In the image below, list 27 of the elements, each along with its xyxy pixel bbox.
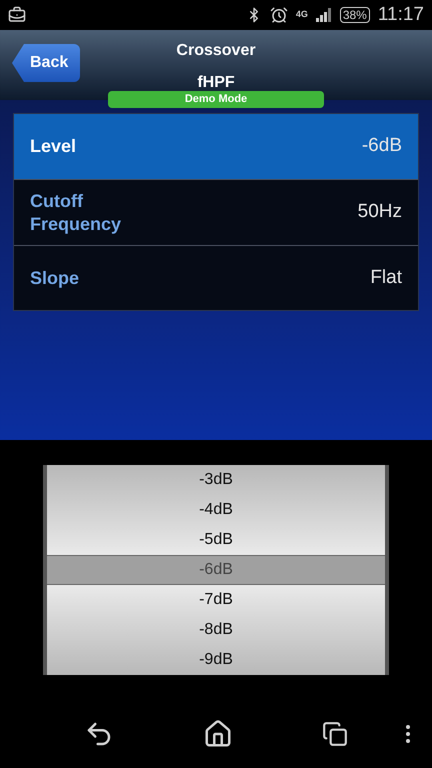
alarm-icon xyxy=(270,6,288,24)
setting-label: Slope xyxy=(30,266,80,290)
setting-value: 50Hz xyxy=(358,200,402,224)
picker-option[interactable]: -7dB xyxy=(47,585,385,615)
setting-label: Level xyxy=(30,135,78,158)
recent-apps-icon[interactable] xyxy=(322,721,348,747)
clock: 11:17 xyxy=(378,2,424,27)
screen-subtitle: fHPF xyxy=(197,73,235,93)
notification-icon xyxy=(8,6,26,24)
picker-option[interactable]: -8dB xyxy=(47,615,385,645)
picker-option[interactable]: -6dB xyxy=(47,555,385,585)
setting-value: -6dB xyxy=(362,134,402,158)
signal-icon xyxy=(316,8,332,22)
screen-title: Crossover xyxy=(176,41,256,61)
demo-mode-badge: Demo Mode xyxy=(108,91,324,108)
value-picker[interactable]: -3dB -4dB -5dB -6dB -7dB -8dB -9dB xyxy=(43,465,389,675)
setting-row[interactable]: Level -6dB xyxy=(14,114,418,179)
picker-option[interactable]: -4dB xyxy=(47,495,385,525)
picker-option[interactable]: -3dB xyxy=(47,465,385,495)
setting-value: Flat xyxy=(370,266,402,290)
network-type: 4G xyxy=(296,8,308,22)
home-icon[interactable] xyxy=(202,719,233,749)
back-button[interactable]: Back xyxy=(12,44,80,82)
setting-label: Cutoff Frequency xyxy=(30,190,122,236)
battery-indicator: 38% xyxy=(340,7,370,23)
picker-option[interactable]: -9dB xyxy=(47,645,385,675)
picker-option[interactable]: -5dB xyxy=(47,525,385,555)
